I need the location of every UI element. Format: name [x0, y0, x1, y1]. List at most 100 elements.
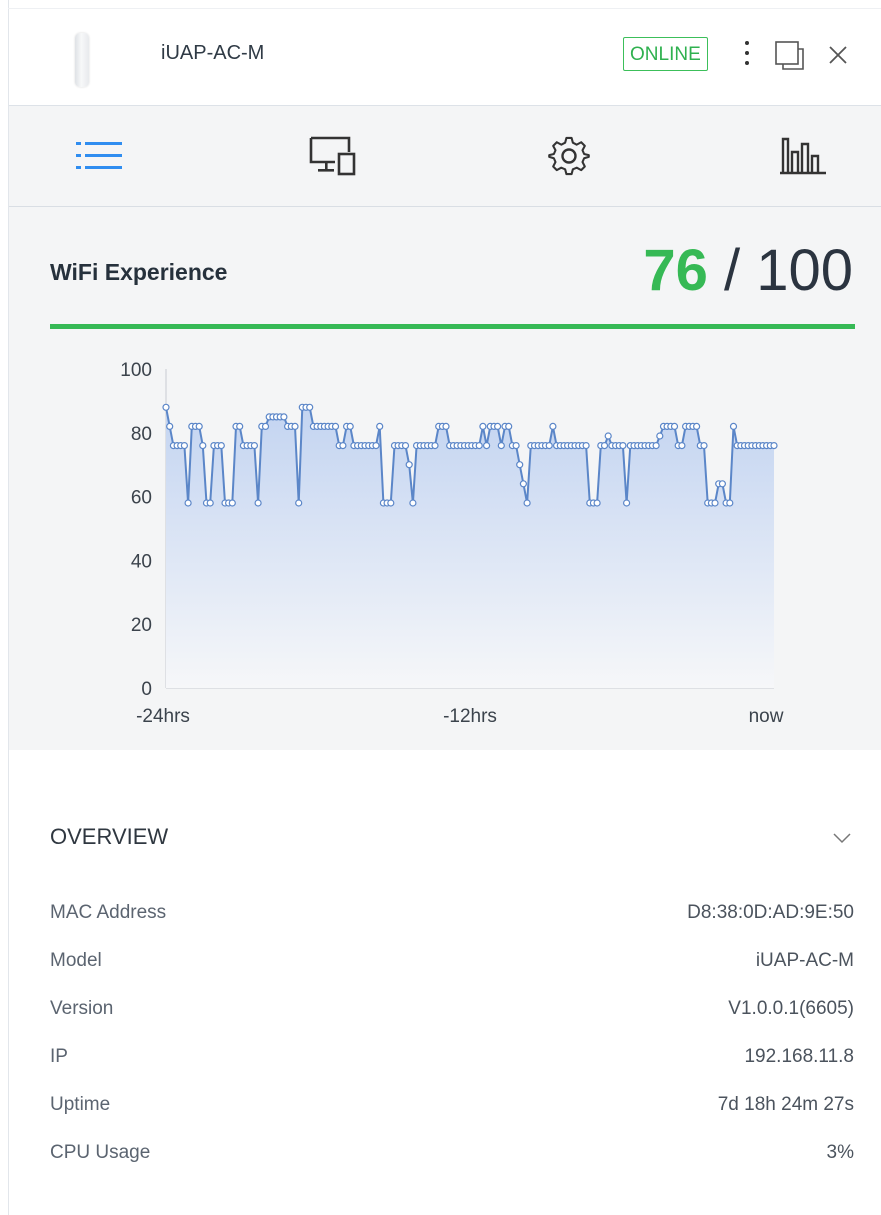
wifi-experience-score: 76 / 100 — [643, 237, 853, 304]
list-icon — [76, 142, 122, 169]
chart-data-point — [346, 422, 354, 431]
chart-data-point — [494, 422, 502, 431]
row-value: iUAP-AC-M — [755, 950, 854, 971]
chart-data-point — [619, 441, 627, 450]
chart-data-point — [401, 441, 410, 450]
y-tick-label: 60 — [131, 488, 152, 509]
chart-data-point — [545, 441, 553, 450]
y-tick-label: 20 — [131, 615, 152, 636]
tab-details[interactable] — [69, 128, 129, 184]
wifi-experience-chart: 100 80 60 40 20 0 -24hrs -12hrs now — [120, 360, 784, 727]
chart-data-point — [250, 441, 258, 450]
row-label: MAC Address — [50, 902, 167, 923]
overview-row: CPU Usage 3% — [50, 1142, 854, 1172]
chart-data-point — [206, 499, 214, 507]
row-value: D8:38:0D:AD:9E:50 — [687, 902, 854, 923]
row-value: 192.168.11.8 — [744, 1046, 854, 1067]
chart-data-point — [505, 422, 513, 431]
overview-title: OVERVIEW — [50, 824, 169, 849]
chart-data-point — [405, 461, 413, 469]
wifi-experience-section: WiFi Experience 76 / 100 100 80 60 40 20 0 -2… — [9, 207, 881, 750]
chart-data-point — [512, 441, 520, 450]
chart-data-point — [184, 499, 192, 507]
device-name: iUAP-AC-M — [161, 42, 265, 64]
close-icon[interactable] — [827, 44, 849, 66]
chart-data-point — [387, 499, 395, 507]
chart-data-point — [217, 441, 225, 450]
chart-data-point — [291, 422, 299, 431]
chart-data-point — [228, 499, 236, 507]
chart-data-point — [770, 441, 778, 450]
overview-row: Model iUAP-AC-M — [50, 950, 854, 980]
chart-data-point — [331, 422, 340, 431]
tab-statistics[interactable] — [773, 128, 833, 184]
chart-data-point — [523, 499, 531, 507]
chart-data-point — [475, 441, 483, 450]
chart-data-point — [195, 422, 203, 431]
chart-data-point — [652, 441, 660, 450]
chart-data-point — [678, 441, 686, 450]
chart-data-point — [431, 441, 439, 450]
chart-data-point — [622, 499, 631, 507]
chart-data-point — [711, 499, 719, 507]
chart-data-point — [519, 480, 528, 488]
chart-data-point — [376, 422, 384, 431]
chart-data-point — [700, 441, 708, 450]
score-bar — [50, 324, 855, 329]
x-tick-label: -12hrs — [443, 706, 497, 727]
chart-data-point — [582, 441, 590, 450]
score-value: 76 — [643, 238, 708, 303]
bar-chart-icon — [780, 137, 826, 175]
chart-data-point — [516, 461, 524, 469]
chart-data-point — [180, 441, 188, 450]
device-header: iUAP-AC-M ONLINE — [9, 9, 881, 106]
score-max: / 100 — [724, 238, 853, 303]
chart-data-point — [497, 441, 505, 450]
row-label: Uptime — [50, 1094, 111, 1115]
chart-data-point — [339, 441, 347, 450]
chart-data-point — [549, 422, 557, 431]
tab-bar — [9, 106, 881, 207]
chart-data-point — [483, 441, 491, 450]
overview-row: Version V1.0.0.1(6605) — [50, 998, 854, 1028]
chart-data-point — [295, 499, 303, 507]
x-tick-label: now — [749, 706, 784, 727]
overview-row: MAC Address D8:38:0D:AD:9E:50 — [50, 902, 854, 932]
chart-data-point — [199, 441, 207, 450]
row-label: IP — [50, 1046, 68, 1067]
status-badge: ONLINE — [623, 37, 708, 71]
y-tick-label: 0 — [141, 679, 152, 700]
popout-window-icon[interactable] — [772, 38, 806, 72]
chart-data-point — [600, 441, 609, 450]
row-value: V1.0.0.1(6605) — [728, 998, 854, 1019]
row-label: Model — [50, 950, 102, 971]
row-value: 3% — [826, 1142, 854, 1163]
chart-data-point — [306, 403, 314, 411]
more-options-icon[interactable] — [743, 39, 751, 69]
row-value: 7d 18h 24m 27s — [717, 1094, 854, 1115]
overview-row: IP 192.168.11.8 — [50, 1046, 854, 1076]
chart-data-point — [692, 422, 701, 431]
chart-data-point — [372, 441, 380, 450]
chart-data-point — [718, 480, 727, 488]
chart-data-point — [729, 422, 738, 431]
y-tick-label: 40 — [131, 551, 152, 572]
tab-clients[interactable] — [302, 128, 362, 184]
gear-icon — [548, 136, 590, 176]
chart-data-point — [604, 432, 612, 440]
chart-data-point — [162, 403, 170, 411]
chart-data-point — [280, 413, 288, 421]
overview-row: Uptime 7d 18h 24m 27s — [50, 1094, 854, 1124]
chart-data-point — [479, 422, 487, 431]
chart-area-fill — [166, 407, 774, 688]
tab-settings[interactable] — [539, 128, 599, 184]
device-thumbnail — [75, 33, 89, 87]
row-label: Version — [50, 998, 114, 1019]
chart-data-point — [670, 422, 679, 431]
x-tick-label: -24hrs — [136, 706, 190, 727]
chart-data-point — [442, 422, 450, 431]
chevron-down-icon[interactable] — [832, 832, 852, 844]
chart-data-point — [409, 499, 417, 507]
chart-data-point — [261, 422, 270, 431]
devices-icon — [309, 136, 356, 176]
